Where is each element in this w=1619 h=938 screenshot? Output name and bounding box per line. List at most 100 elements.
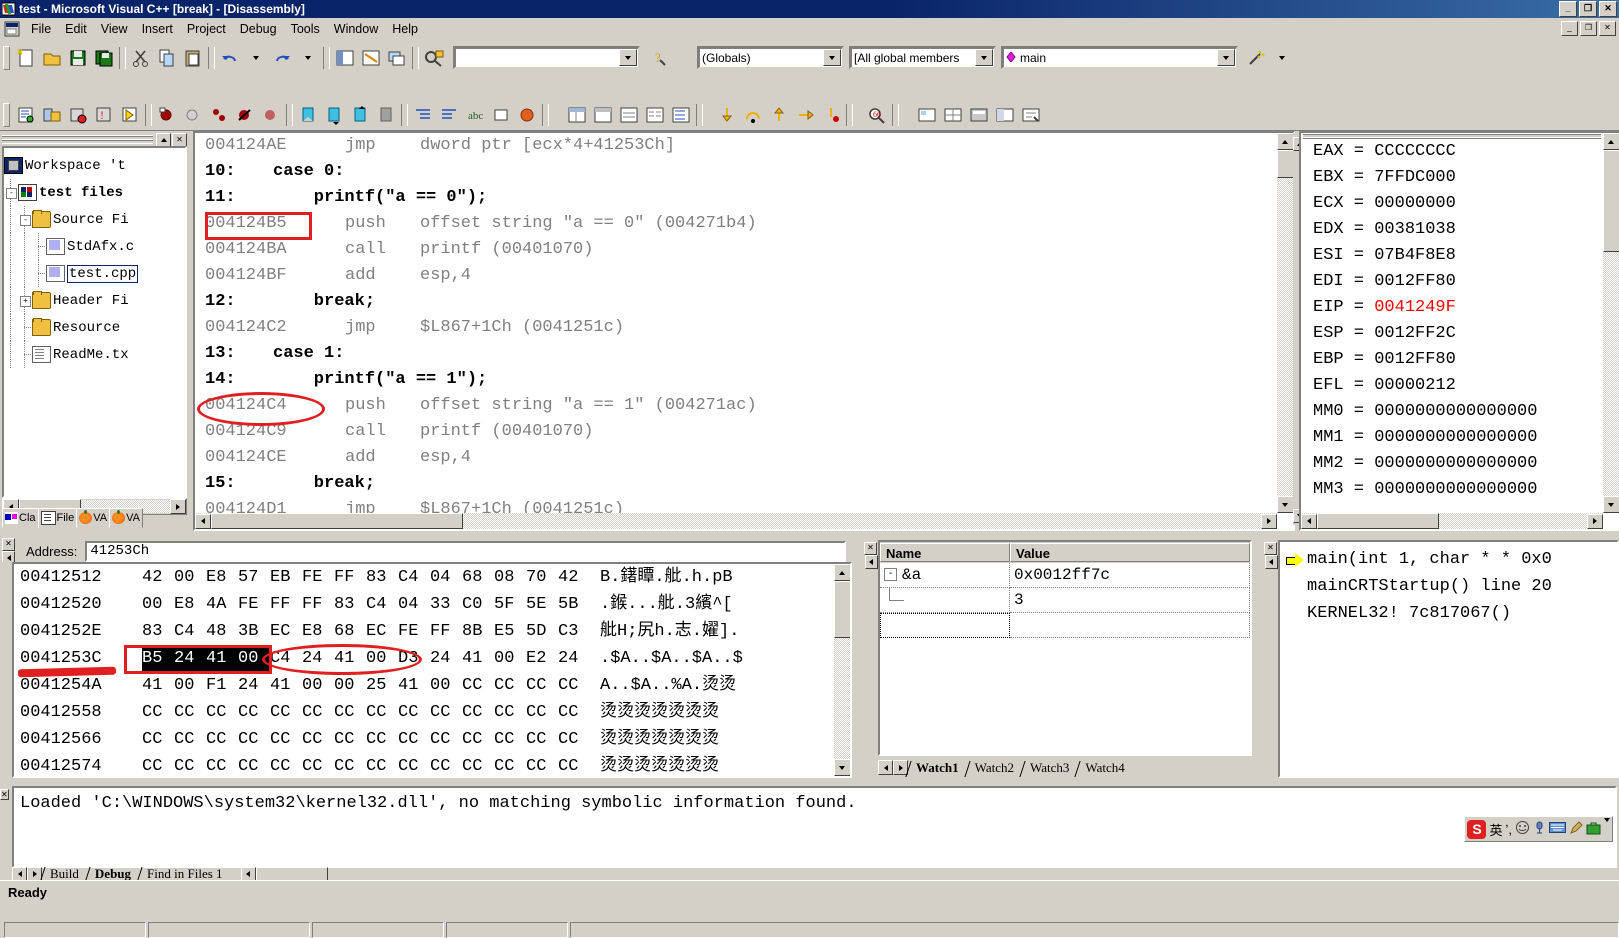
output-toggle-icon[interactable] bbox=[359, 46, 383, 69]
memory-dump[interactable]: 004125124200E857EBFEFF83C40468087042B.鐯瞫… bbox=[12, 562, 852, 778]
split-view-icon[interactable] bbox=[993, 104, 1017, 127]
watch-name-cell[interactable] bbox=[880, 613, 1010, 638]
memory-byte[interactable]: C0 bbox=[462, 591, 494, 618]
comment-icon[interactable]: abc bbox=[463, 104, 487, 127]
memory-byte[interactable]: 41 bbox=[398, 672, 430, 699]
help-search-icon[interactable]: ? bbox=[648, 46, 672, 69]
memory-byte[interactable]: E8 bbox=[174, 591, 206, 618]
memory-byte[interactable]: 25 bbox=[366, 672, 398, 699]
memory-byte[interactable]: 24 bbox=[174, 645, 206, 672]
prev-bookmark-icon[interactable] bbox=[348, 104, 372, 127]
reg-scroll-left-button[interactable] bbox=[1301, 514, 1317, 529]
next-bookmark-icon[interactable] bbox=[322, 104, 346, 127]
ime-mic-icon[interactable] bbox=[1533, 820, 1546, 838]
memory-byte[interactable]: 00 bbox=[142, 591, 174, 618]
undo-dropdown-icon[interactable] bbox=[244, 46, 268, 69]
callstack-dock-handle[interactable] bbox=[1265, 555, 1278, 569]
watch-grid[interactable]: Name Value -&a0x0012ff7c3 bbox=[878, 540, 1252, 756]
memory-byte[interactable]: CC bbox=[462, 753, 494, 776]
symbol-combo-dropdown[interactable] bbox=[1217, 49, 1235, 66]
memory-byte[interactable]: CC bbox=[430, 753, 462, 776]
register-row-efl[interactable]: EFL = 00000212 bbox=[1313, 373, 1603, 399]
memory-byte[interactable]: CC bbox=[398, 726, 430, 753]
memory-byte[interactable]: 41 bbox=[462, 645, 494, 672]
register-row-edi[interactable]: EDI = 0012FF80 bbox=[1313, 269, 1603, 295]
memory-byte[interactable]: C3 bbox=[558, 618, 590, 645]
memory-byte[interactable]: CC bbox=[494, 726, 526, 753]
watch-tab-watch3[interactable]: Watch3 bbox=[1022, 760, 1077, 776]
watch-tab-watch2[interactable]: Watch2 bbox=[967, 760, 1022, 776]
members-combo[interactable]: [All global members bbox=[849, 46, 996, 69]
memory-byte[interactable]: CC bbox=[238, 726, 270, 753]
memory-byte[interactable]: E8 bbox=[206, 564, 238, 591]
memory-byte[interactable]: 42 bbox=[142, 564, 174, 591]
register-row-ecx[interactable]: ECX = 00000000 bbox=[1313, 191, 1603, 217]
memory-byte[interactable]: CC bbox=[494, 699, 526, 726]
memory-byte[interactable]: 04 bbox=[430, 564, 462, 591]
memory-byte[interactable]: E5 bbox=[494, 618, 526, 645]
redo-icon[interactable] bbox=[270, 46, 294, 69]
enable-breakpoints-icon[interactable] bbox=[259, 104, 283, 127]
watch-row[interactable] bbox=[880, 613, 1250, 638]
remove-breakpoint-icon[interactable] bbox=[181, 104, 205, 127]
watch-value-cell[interactable] bbox=[1010, 613, 1250, 638]
memory-byte[interactable]: 08 bbox=[494, 564, 526, 591]
doc-minimize-button[interactable]: _ bbox=[1561, 21, 1578, 36]
step-into-icon[interactable] bbox=[715, 104, 739, 127]
wizard-dropdown-icon[interactable] bbox=[1270, 46, 1294, 69]
memory-byte[interactable]: CC bbox=[526, 726, 558, 753]
members-combo-dropdown[interactable] bbox=[975, 49, 993, 66]
tree-item-test-cpp[interactable]: test.cpp bbox=[4, 260, 185, 287]
menu-insert[interactable]: Insert bbox=[135, 20, 180, 38]
memory-byte[interactable]: CC bbox=[302, 753, 334, 776]
register-row-eip[interactable]: EIP = 0041249F bbox=[1313, 295, 1603, 321]
source-line-row[interactable]: 12: break; bbox=[205, 289, 1277, 315]
memory-byte[interactable]: CC bbox=[462, 699, 494, 726]
memory-byte[interactable]: EB bbox=[270, 564, 302, 591]
memory-byte[interactable]: CC bbox=[142, 726, 174, 753]
menu-help[interactable]: Help bbox=[385, 20, 425, 38]
disassembly-row[interactable]: 004124C9callprintf (00401070) bbox=[205, 419, 1277, 445]
reg-scroll-up-button[interactable] bbox=[1603, 133, 1619, 150]
memory-byte[interactable]: FF bbox=[334, 564, 366, 591]
open-file-icon[interactable] bbox=[40, 46, 64, 69]
document-icon[interactable] bbox=[4, 21, 20, 37]
memory-byte[interactable]: 00 bbox=[302, 672, 334, 699]
save-icon[interactable] bbox=[66, 46, 90, 69]
reg-vscroll-thumb[interactable] bbox=[1603, 150, 1619, 252]
ime-mode-label[interactable]: 英 bbox=[1489, 820, 1502, 839]
memory-byte[interactable]: 00 bbox=[174, 564, 206, 591]
output-close-icon[interactable]: ✕ bbox=[0, 789, 9, 800]
memory-byte[interactable]: 83 bbox=[366, 564, 398, 591]
ime-chevron-down-icon[interactable] bbox=[1604, 822, 1610, 836]
memory-byte[interactable]: CC bbox=[558, 753, 590, 776]
disasm-scroll-right-button[interactable] bbox=[1261, 514, 1277, 529]
memory-byte[interactable]: CC bbox=[430, 726, 462, 753]
watch-row[interactable]: 3 bbox=[880, 588, 1250, 613]
tree-item-readme-tx[interactable]: ReadMe.tx bbox=[4, 341, 185, 368]
memory-close-icon[interactable]: ✕ bbox=[2, 538, 15, 551]
copy-icon[interactable] bbox=[155, 46, 179, 69]
stop-build-icon[interactable] bbox=[66, 104, 90, 127]
ime-keyboard-icon[interactable] bbox=[1549, 821, 1566, 837]
ime-punctuation-icon[interactable]: ʼ, bbox=[1506, 822, 1513, 837]
tree-expander-expand-icon[interactable]: + bbox=[20, 296, 31, 307]
registers-listing[interactable]: EAX = CCCCCCCCEBX = 7FFDC000ECX = 000000… bbox=[1301, 139, 1603, 513]
menu-window[interactable]: Window bbox=[327, 20, 385, 38]
memory-row[interactable]: 0041252E83C4483BECE868ECFEFF8BE55DC3舭H;尻… bbox=[14, 618, 834, 645]
minimize-button[interactable]: _ bbox=[1559, 1, 1577, 17]
callstack-frame[interactable]: KERNEL32! 7c817067() bbox=[1280, 600, 1617, 627]
execute-icon[interactable]: ! bbox=[92, 104, 116, 127]
watch-expander-icon[interactable]: - bbox=[884, 568, 897, 581]
memory-byte[interactable]: CC bbox=[302, 726, 334, 753]
memory-byte[interactable]: 83 bbox=[334, 591, 366, 618]
memory-byte[interactable]: CC bbox=[270, 726, 302, 753]
memory-byte[interactable]: CC bbox=[174, 726, 206, 753]
window-list-icon[interactable] bbox=[385, 46, 409, 69]
register-row-mm1[interactable]: MM1 = 0000000000000000 bbox=[1313, 425, 1603, 451]
ime-smiley-icon[interactable] bbox=[1515, 820, 1530, 838]
disassembly-row[interactable]: 004124AEjmpdword ptr [ecx*4+41253Ch] bbox=[205, 133, 1277, 159]
memory-byte[interactable]: CC bbox=[334, 753, 366, 776]
memory-byte[interactable]: CC bbox=[462, 726, 494, 753]
step-over-icon[interactable] bbox=[741, 104, 765, 127]
